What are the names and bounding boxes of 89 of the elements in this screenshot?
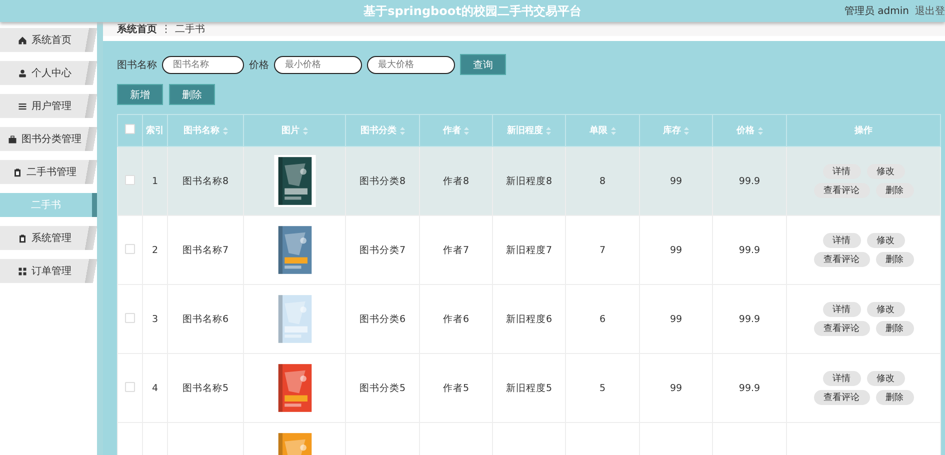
user-label: 管理员 admin xyxy=(844,6,909,17)
grid-icon xyxy=(18,266,26,276)
row-action-button[interactable]: 删除 xyxy=(876,183,914,198)
logout-link[interactable]: 退出登 xyxy=(915,6,945,17)
row-action-button[interactable]: 修改 xyxy=(866,164,904,179)
action-button[interactable]: 删除 xyxy=(169,84,215,105)
select-all-checkbox[interactable] xyxy=(125,124,135,134)
sort-icon[interactable] xyxy=(758,126,762,134)
sidebar-item[interactable]: 系统管理 xyxy=(0,226,97,250)
home-icon xyxy=(18,36,26,44)
table-cell: 图书分类5 xyxy=(346,354,420,422)
table-cell: 新旧程度8 xyxy=(492,146,566,216)
sidebar-item[interactable]: 二手书管理 xyxy=(0,160,97,184)
row-action-button[interactable]: 详情 xyxy=(822,302,860,317)
table-cell: 作者5 xyxy=(420,354,492,422)
clipboard-icon xyxy=(12,168,22,176)
table-cell: 2 xyxy=(142,216,168,284)
clipboard-icon xyxy=(18,234,26,242)
table-cell: 8 xyxy=(566,146,640,216)
table-cell: 7 xyxy=(566,216,640,284)
table-cell: 1 xyxy=(142,146,168,216)
breadcrumb-item[interactable]: 系统首页 xyxy=(117,22,157,36)
table-cell: 99.9 xyxy=(712,284,786,354)
table-cell: 99 xyxy=(640,146,712,216)
sidebar-item[interactable]: 订单管理 xyxy=(0,259,97,283)
row-action-button[interactable]: 修改 xyxy=(866,371,904,386)
row-action-button[interactable]: 修改 xyxy=(866,233,904,248)
sort-icon[interactable] xyxy=(400,126,404,134)
row-checkbox[interactable] xyxy=(125,174,135,184)
table-cell: 图书分类8 xyxy=(346,146,420,216)
table-cell: 99 xyxy=(640,354,712,422)
row-action-button[interactable]: 删除 xyxy=(876,252,914,267)
row-action-button[interactable]: 删除 xyxy=(876,390,914,405)
table-cell: 99.9 xyxy=(712,146,786,216)
sort-icon[interactable] xyxy=(610,126,616,134)
row-checkbox[interactable] xyxy=(125,382,135,392)
person-icon xyxy=(18,68,26,78)
row-action-button[interactable]: 详情 xyxy=(822,371,860,386)
briefcase-icon xyxy=(8,134,16,144)
row-action-button[interactable]: 详情 xyxy=(822,164,860,179)
sidebar-item[interactable]: 图书分类管理 xyxy=(0,127,97,151)
site-title: 基于springboot的校园二手书交易平台 xyxy=(364,2,582,20)
row-action-button[interactable]: 查看评论 xyxy=(814,252,870,267)
table-cell: 图书分类7 xyxy=(346,216,420,284)
sidebar-item[interactable]: 用户管理 xyxy=(0,94,97,118)
row-action-button[interactable]: 详情 xyxy=(822,233,860,248)
sort-icon[interactable] xyxy=(684,126,689,134)
max-price-field[interactable]: 最大价格 xyxy=(367,56,455,74)
sort-icon[interactable] xyxy=(302,126,308,134)
table-cell: 图书名称6 xyxy=(168,284,244,354)
table-cell: 5 xyxy=(566,354,640,422)
row-action-button[interactable]: 查看评论 xyxy=(814,183,870,198)
table-cell: 新旧程度5 xyxy=(492,354,566,422)
row-action-button[interactable]: 删除 xyxy=(876,321,914,336)
row-action-button[interactable]: 查看评论 xyxy=(814,390,870,405)
table-cell: 99 xyxy=(640,284,712,354)
sidebar-item[interactable]: 个人中心 xyxy=(0,61,97,85)
table-cell: 新旧程度7 xyxy=(492,216,566,284)
table-cell: 3 xyxy=(142,284,168,354)
sort-icon[interactable] xyxy=(464,126,469,134)
table-cell: 图书名称7 xyxy=(168,216,244,284)
sort-icon[interactable] xyxy=(546,126,551,134)
sidebar-item[interactable]: 系统首页 xyxy=(0,28,97,52)
row-checkbox[interactable] xyxy=(125,312,135,322)
field-label: 价格 xyxy=(249,58,269,72)
row-action-button[interactable]: 修改 xyxy=(866,302,904,317)
breadcrumb-item: 二手书 xyxy=(175,22,205,36)
table-cell: 作者7 xyxy=(420,216,492,284)
table-cell: 新旧程度6 xyxy=(492,284,566,354)
field-label: 图书名称 xyxy=(117,58,157,72)
list-icon xyxy=(18,102,26,110)
row-action-button[interactable]: 查看评论 xyxy=(814,321,870,336)
breadcrumb-separator: ⋮ xyxy=(161,24,171,34)
table-cell: 99.9 xyxy=(712,354,786,422)
search-button[interactable]: 查询 xyxy=(460,54,506,75)
table-cell: 图书名称5 xyxy=(168,354,244,422)
table-cell: 99 xyxy=(640,216,712,284)
table-cell: 图书分类6 xyxy=(346,284,420,354)
name-field[interactable]: 图书名称 xyxy=(162,56,244,74)
sort-icon[interactable] xyxy=(222,126,228,134)
row-checkbox[interactable] xyxy=(125,244,135,254)
action-button[interactable]: 新增 xyxy=(117,84,163,105)
table-cell: 作者6 xyxy=(420,284,492,354)
table-cell: 6 xyxy=(566,284,640,354)
table-cell: 4 xyxy=(142,354,168,422)
table-cell: 99.9 xyxy=(712,216,786,284)
min-price-field[interactable]: 最小价格 xyxy=(274,56,362,74)
table-cell: 图书名称8 xyxy=(168,146,244,216)
table-cell: 作者8 xyxy=(420,146,492,216)
